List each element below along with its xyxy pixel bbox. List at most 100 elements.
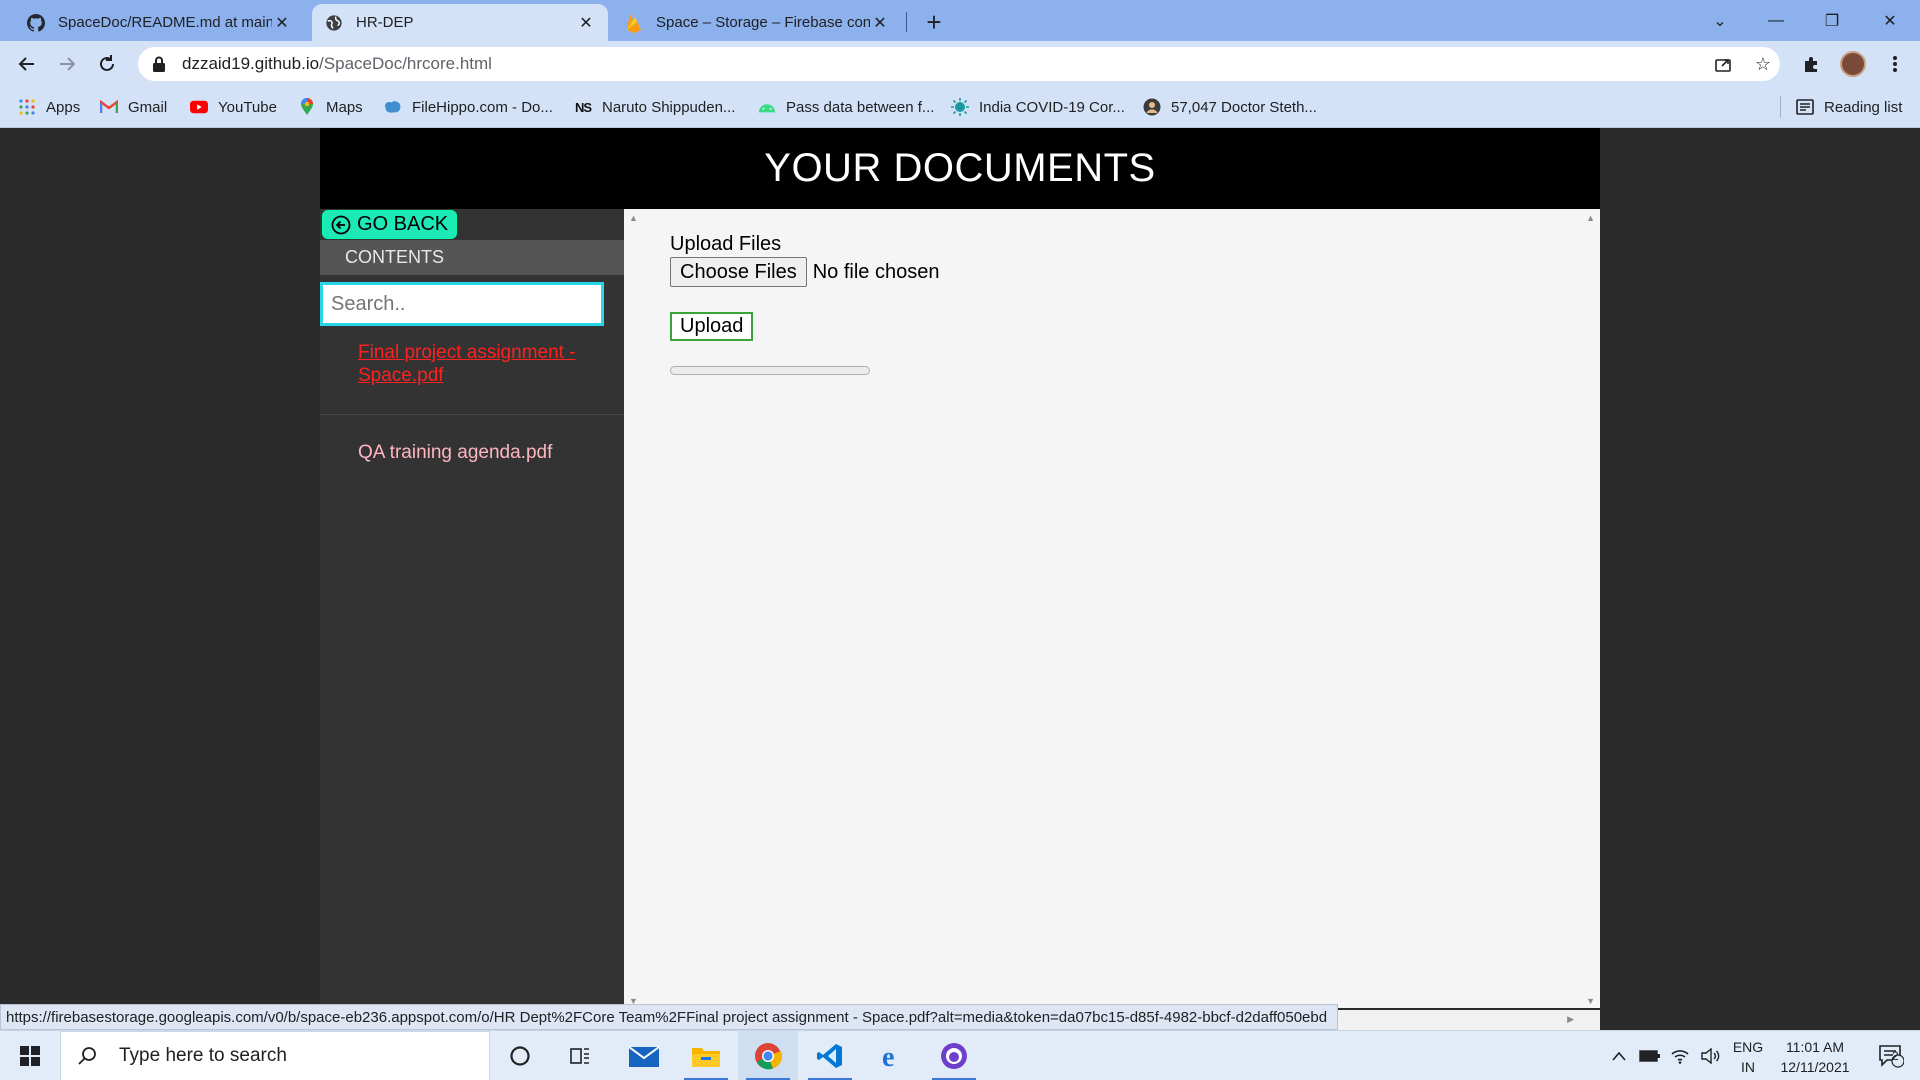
scroll-down-icon[interactable]: ▼ xyxy=(1586,996,1595,1006)
go-back-label: GO BACK xyxy=(357,213,449,235)
status-url-bubble: https://firebasestorage.googleapis.com/v… xyxy=(0,1004,1338,1030)
github-desktop-icon[interactable] xyxy=(924,1031,984,1080)
windows-taskbar: Type here to search e ENG IN 11:01 AM 12 xyxy=(0,1030,1920,1080)
clock-time: 11:01 AM xyxy=(1785,1039,1845,1055)
bookmark-apps[interactable]: Apps xyxy=(18,96,80,118)
bookmark-maps[interactable]: Maps xyxy=(298,96,363,118)
restore-button[interactable]: ❐ xyxy=(1804,0,1860,41)
volume-icon[interactable] xyxy=(1696,1031,1724,1080)
bookmark-naruto[interactable]: NS Naruto Shippuden... xyxy=(574,96,735,118)
bookmark-label: FileHippo.com - Do... xyxy=(412,98,553,116)
vertical-scrollbar[interactable] xyxy=(1582,209,1600,1008)
go-back-button[interactable]: GO BACK xyxy=(322,210,458,239)
bookmark-label: Naruto Shippuden... xyxy=(602,98,736,116)
maps-pin-icon xyxy=(298,98,316,116)
upload-progress-bar xyxy=(670,366,870,375)
extensions-icon[interactable] xyxy=(1797,49,1827,79)
edge-icon[interactable]: e xyxy=(862,1031,922,1080)
tab-title: HR-DEP xyxy=(356,14,414,31)
taskbar-search[interactable]: Type here to search xyxy=(60,1031,490,1080)
clock[interactable]: 11:01 AM 12/11/2021 xyxy=(1770,1037,1860,1077)
upload-files-label: Upload Files xyxy=(670,233,782,255)
tab-separator xyxy=(906,12,907,32)
bookmark-pass-data[interactable]: Pass data between f... xyxy=(758,96,934,118)
address-bar[interactable]: dzzaid19.github.io/SpaceDoc/hrcore.html xyxy=(138,47,1780,81)
menu-dots-icon[interactable] xyxy=(1880,49,1910,79)
doctor-icon xyxy=(1143,98,1161,116)
file-link-final-project[interactable]: Final project assignment - Space.pdf xyxy=(358,341,598,387)
bookmark-star-icon[interactable]: ☆ xyxy=(1748,49,1778,79)
language-indicator[interactable]: ENG IN xyxy=(1730,1037,1766,1077)
upload-button[interactable]: Upload xyxy=(670,312,754,341)
ns-icon: NS xyxy=(574,99,592,115)
close-icon[interactable]: ✕ xyxy=(870,13,890,33)
search-icon xyxy=(77,1045,99,1067)
chrome-icon[interactable] xyxy=(738,1031,798,1080)
back-icon[interactable] xyxy=(12,49,42,79)
mail-icon[interactable] xyxy=(614,1031,674,1080)
choose-files-button[interactable]: Choose Files xyxy=(670,257,807,287)
page-title: YOUR DOCUMENTS xyxy=(320,128,1600,209)
vscode-icon[interactable] xyxy=(800,1031,860,1080)
close-window-button[interactable]: ✕ xyxy=(1862,0,1918,41)
region-code: IN xyxy=(1741,1059,1755,1075)
share-icon[interactable] xyxy=(1708,49,1738,79)
file-divider xyxy=(320,414,624,415)
file-link-qa-training[interactable]: QA training agenda.pdf xyxy=(358,441,598,464)
no-file-chosen-text: No file chosen xyxy=(812,260,940,283)
browser-toolbar: dzzaid19.github.io/SpaceDoc/hrcore.html … xyxy=(0,41,1920,87)
file-explorer-icon[interactable] xyxy=(676,1031,736,1080)
reload-icon[interactable] xyxy=(92,49,122,79)
url-host: dzzaid19.github.io xyxy=(182,54,320,73)
close-icon[interactable]: ✕ xyxy=(576,13,596,33)
bookmark-label: Gmail xyxy=(128,98,168,116)
apps-grid-icon xyxy=(18,98,36,116)
gmail-icon xyxy=(100,98,118,116)
back-circle-icon xyxy=(331,215,351,235)
tab-readme[interactable]: SpaceDoc/README.md at main · ✕ xyxy=(14,4,304,41)
bookmarks-bar: Apps Gmail YouTube Maps FileHippo.com - … xyxy=(0,87,1920,128)
horizontal-scrollbar[interactable]: ▶ xyxy=(1338,1010,1600,1030)
task-view-icon[interactable] xyxy=(550,1031,610,1080)
search-input[interactable] xyxy=(320,282,604,326)
clock-date: 12/11/2021 xyxy=(1780,1059,1850,1075)
scroll-right-icon[interactable]: ▶ xyxy=(1567,1014,1574,1025)
scroll-up-icon[interactable]: ▲ xyxy=(1586,213,1595,223)
filehippo-icon xyxy=(384,98,402,116)
url-path: /SpaceDoc/hrcore.html xyxy=(319,54,492,73)
close-icon[interactable]: ✕ xyxy=(272,13,292,33)
tab-hr-dep[interactable]: HR-DEP ✕ xyxy=(312,4,608,41)
reading-list[interactable]: Reading list xyxy=(1796,96,1902,118)
tab-title: SpaceDoc/README.md at main · xyxy=(58,14,272,31)
forward-icon[interactable] xyxy=(52,49,82,79)
bookmark-gmail[interactable]: Gmail xyxy=(100,96,167,118)
file-input[interactable]: Choose Files No file chosen xyxy=(670,257,939,287)
tab-search-icon[interactable]: ⌄ xyxy=(1692,0,1748,41)
bookmark-label: 57,047 Doctor Steth... xyxy=(1171,98,1317,116)
lock-icon[interactable] xyxy=(152,56,168,72)
bookmark-covid[interactable]: India COVID-19 Cor... xyxy=(951,96,1125,118)
bookmark-filehippo[interactable]: FileHippo.com - Do... xyxy=(384,96,553,118)
bookmark-youtube[interactable]: YouTube xyxy=(190,96,277,118)
bookmark-label: Maps xyxy=(326,98,363,116)
tray-overflow-icon[interactable] xyxy=(1606,1031,1632,1080)
tab-firebase[interactable]: Space – Storage – Firebase conso ✕ xyxy=(612,4,902,41)
scroll-up-icon[interactable]: ▲ xyxy=(629,213,638,223)
tab-title: Space – Storage – Firebase conso xyxy=(656,14,870,31)
new-tab-button[interactable]: + xyxy=(920,7,948,37)
github-icon xyxy=(26,13,46,33)
windows-start-icon[interactable] xyxy=(0,1031,60,1080)
minimize-button[interactable]: — xyxy=(1748,0,1804,41)
battery-icon[interactable] xyxy=(1636,1031,1664,1080)
android-icon xyxy=(758,98,776,116)
bookmark-label: YouTube xyxy=(218,98,277,116)
cortana-icon[interactable] xyxy=(490,1031,550,1080)
upload-panel: Upload Files Choose Files No file chosen… xyxy=(624,209,1600,1008)
contents-heading: CONTENTS xyxy=(320,240,624,275)
bookmark-doctor[interactable]: 57,047 Doctor Steth... xyxy=(1143,96,1317,118)
notifications-icon[interactable]: 2 xyxy=(1866,1031,1916,1080)
covid-icon xyxy=(951,98,969,116)
bookmark-label: Pass data between f... xyxy=(786,98,935,116)
profile-avatar[interactable] xyxy=(1840,51,1866,77)
wifi-icon[interactable] xyxy=(1666,1031,1694,1080)
